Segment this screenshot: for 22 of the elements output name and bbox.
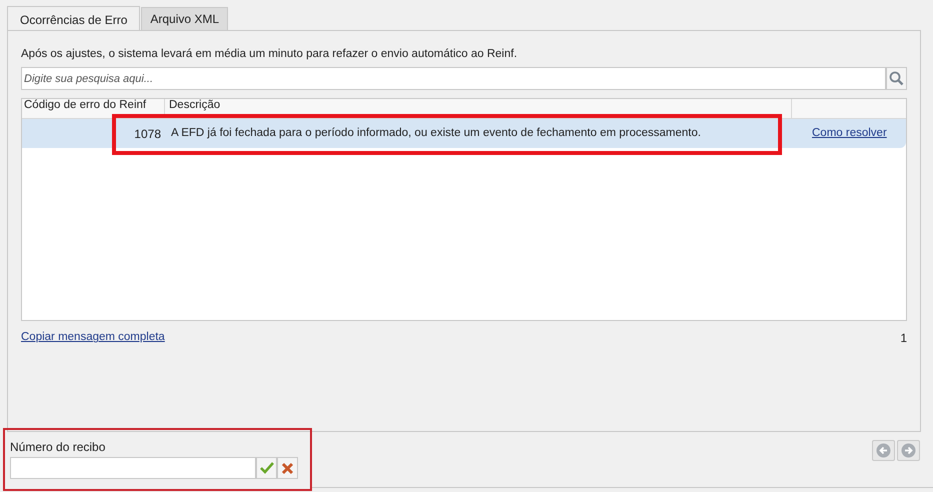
cancel-button[interactable] [277, 457, 298, 479]
row-count: 1 [900, 330, 907, 347]
search-icon [889, 71, 904, 86]
copy-message-link[interactable]: Copiar mensagem completa [21, 329, 165, 347]
receipt-field[interactable] [10, 457, 256, 479]
cross-icon [281, 462, 294, 474]
table-cell-text: 1078 [133, 126, 162, 142]
search-field[interactable]: Digite sua pesquisa aqui... [21, 67, 886, 90]
receipt-label: Número do recibo [10, 439, 106, 456]
table-cell-text: A EFD já foi fechada para o período informado, ou existe um evento de fechamento em processamento. [170, 126, 702, 141]
tab[interactable]: Ocorrências de Erro [7, 6, 140, 32]
next-button[interactable] [897, 440, 920, 461]
tab[interactable]: Arquivo XML [141, 7, 228, 31]
checkmark-icon [260, 462, 274, 474]
info-text: Após os ajustes, o sistema levará em média um minuto para refazer o envio automático ao Reinf. [21, 47, 518, 62]
resolve-link[interactable]: Como resolver [812, 124, 887, 142]
column-header: Descrição [165, 99, 792, 118]
column-header: Código de erro do Reinf [22, 99, 165, 118]
confirm-button[interactable] [256, 457, 277, 479]
previous-button[interactable] [872, 440, 895, 461]
search-button[interactable] [886, 67, 907, 90]
table-row[interactable]: 1078 A EFD já foi fechada para o período informado, ou existe um evento de fechamento em processamento. Como resolver [22, 119, 906, 148]
